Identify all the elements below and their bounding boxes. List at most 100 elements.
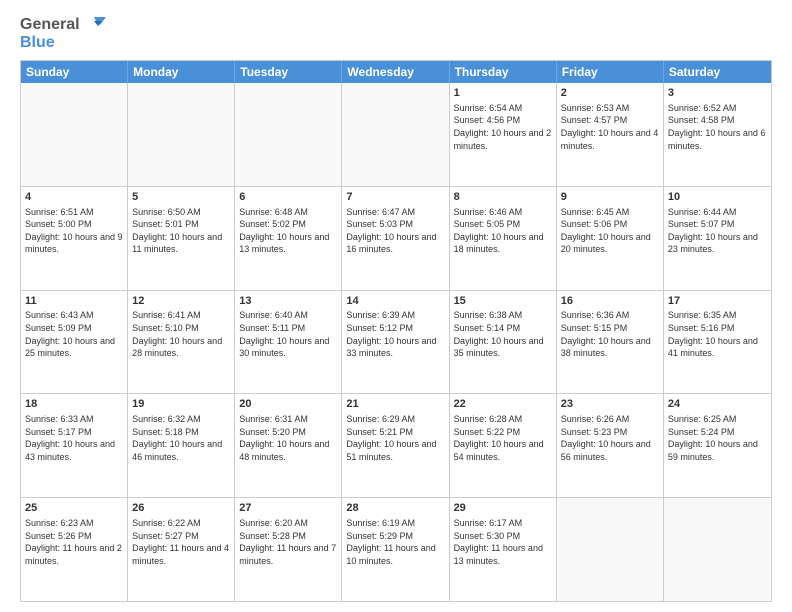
day-info: Sunrise: 6:32 AM Sunset: 5:18 PM Dayligh… [132, 413, 230, 463]
day-info: Sunrise: 6:25 AM Sunset: 5:24 PM Dayligh… [668, 413, 767, 463]
calendar-day-21: 21Sunrise: 6:29 AM Sunset: 5:21 PM Dayli… [342, 394, 449, 497]
day-info: Sunrise: 6:19 AM Sunset: 5:29 PM Dayligh… [346, 517, 444, 567]
day-info: Sunrise: 6:17 AM Sunset: 5:30 PM Dayligh… [454, 517, 552, 567]
day-info: Sunrise: 6:52 AM Sunset: 4:58 PM Dayligh… [668, 102, 767, 152]
header: General Blue [20, 16, 772, 52]
day-number: 27 [239, 501, 337, 516]
calendar-day-empty [128, 83, 235, 186]
calendar-body: 1Sunrise: 6:54 AM Sunset: 4:56 PM Daylig… [21, 83, 771, 601]
day-number: 2 [561, 86, 659, 101]
calendar-day-25: 25Sunrise: 6:23 AM Sunset: 5:26 PM Dayli… [21, 498, 128, 601]
calendar-day-7: 7Sunrise: 6:47 AM Sunset: 5:03 PM Daylig… [342, 187, 449, 290]
calendar-day-8: 8Sunrise: 6:46 AM Sunset: 5:05 PM Daylig… [450, 187, 557, 290]
day-info: Sunrise: 6:26 AM Sunset: 5:23 PM Dayligh… [561, 413, 659, 463]
day-info: Sunrise: 6:29 AM Sunset: 5:21 PM Dayligh… [346, 413, 444, 463]
calendar-day-12: 12Sunrise: 6:41 AM Sunset: 5:10 PM Dayli… [128, 291, 235, 394]
calendar-day-empty [557, 498, 664, 601]
day-number: 17 [668, 294, 767, 309]
day-number: 18 [25, 397, 123, 412]
day-info: Sunrise: 6:46 AM Sunset: 5:05 PM Dayligh… [454, 206, 552, 256]
logo-display: General Blue [20, 16, 106, 52]
calendar-day-2: 2Sunrise: 6:53 AM Sunset: 4:57 PM Daylig… [557, 83, 664, 186]
day-info: Sunrise: 6:53 AM Sunset: 4:57 PM Dayligh… [561, 102, 659, 152]
calendar-day-22: 22Sunrise: 6:28 AM Sunset: 5:22 PM Dayli… [450, 394, 557, 497]
day-number: 3 [668, 86, 767, 101]
calendar-day-6: 6Sunrise: 6:48 AM Sunset: 5:02 PM Daylig… [235, 187, 342, 290]
day-number: 6 [239, 190, 337, 205]
calendar-day-19: 19Sunrise: 6:32 AM Sunset: 5:18 PM Dayli… [128, 394, 235, 497]
day-number: 4 [25, 190, 123, 205]
logo: General Blue [20, 16, 106, 52]
day-number: 26 [132, 501, 230, 516]
calendar-header: SundayMondayTuesdayWednesdayThursdayFrid… [21, 61, 771, 83]
day-number: 23 [561, 397, 659, 412]
calendar-day-empty [342, 83, 449, 186]
day-info: Sunrise: 6:38 AM Sunset: 5:14 PM Dayligh… [454, 309, 552, 359]
logo-arrow-icon [82, 16, 106, 34]
day-number: 22 [454, 397, 552, 412]
day-info: Sunrise: 6:50 AM Sunset: 5:01 PM Dayligh… [132, 206, 230, 256]
calendar-day-16: 16Sunrise: 6:36 AM Sunset: 5:15 PM Dayli… [557, 291, 664, 394]
calendar-row-4: 25Sunrise: 6:23 AM Sunset: 5:26 PM Dayli… [21, 497, 771, 601]
day-info: Sunrise: 6:31 AM Sunset: 5:20 PM Dayligh… [239, 413, 337, 463]
calendar-day-17: 17Sunrise: 6:35 AM Sunset: 5:16 PM Dayli… [664, 291, 771, 394]
calendar-day-29: 29Sunrise: 6:17 AM Sunset: 5:30 PM Dayli… [450, 498, 557, 601]
day-number: 10 [668, 190, 767, 205]
calendar-day-20: 20Sunrise: 6:31 AM Sunset: 5:20 PM Dayli… [235, 394, 342, 497]
day-info: Sunrise: 6:54 AM Sunset: 4:56 PM Dayligh… [454, 102, 552, 152]
day-info: Sunrise: 6:45 AM Sunset: 5:06 PM Dayligh… [561, 206, 659, 256]
calendar-row-3: 18Sunrise: 6:33 AM Sunset: 5:17 PM Dayli… [21, 393, 771, 497]
calendar-day-11: 11Sunrise: 6:43 AM Sunset: 5:09 PM Dayli… [21, 291, 128, 394]
day-number: 16 [561, 294, 659, 309]
weekday-header-saturday: Saturday [664, 61, 771, 83]
day-number: 13 [239, 294, 337, 309]
day-number: 20 [239, 397, 337, 412]
calendar: SundayMondayTuesdayWednesdayThursdayFrid… [20, 60, 772, 602]
calendar-day-10: 10Sunrise: 6:44 AM Sunset: 5:07 PM Dayli… [664, 187, 771, 290]
day-info: Sunrise: 6:28 AM Sunset: 5:22 PM Dayligh… [454, 413, 552, 463]
calendar-row-0: 1Sunrise: 6:54 AM Sunset: 4:56 PM Daylig… [21, 83, 771, 186]
day-info: Sunrise: 6:41 AM Sunset: 5:10 PM Dayligh… [132, 309, 230, 359]
day-number: 5 [132, 190, 230, 205]
day-number: 7 [346, 190, 444, 205]
calendar-day-26: 26Sunrise: 6:22 AM Sunset: 5:27 PM Dayli… [128, 498, 235, 601]
day-number: 1 [454, 86, 552, 101]
weekday-header-friday: Friday [557, 61, 664, 83]
calendar-day-15: 15Sunrise: 6:38 AM Sunset: 5:14 PM Dayli… [450, 291, 557, 394]
weekday-header-sunday: Sunday [21, 61, 128, 83]
day-number: 25 [25, 501, 123, 516]
calendar-row-1: 4Sunrise: 6:51 AM Sunset: 5:00 PM Daylig… [21, 186, 771, 290]
day-info: Sunrise: 6:47 AM Sunset: 5:03 PM Dayligh… [346, 206, 444, 256]
weekday-header-thursday: Thursday [450, 61, 557, 83]
day-info: Sunrise: 6:23 AM Sunset: 5:26 PM Dayligh… [25, 517, 123, 567]
day-info: Sunrise: 6:20 AM Sunset: 5:28 PM Dayligh… [239, 517, 337, 567]
weekday-header-tuesday: Tuesday [235, 61, 342, 83]
calendar-day-27: 27Sunrise: 6:20 AM Sunset: 5:28 PM Dayli… [235, 498, 342, 601]
weekday-header-wednesday: Wednesday [342, 61, 449, 83]
day-info: Sunrise: 6:43 AM Sunset: 5:09 PM Dayligh… [25, 309, 123, 359]
day-info: Sunrise: 6:40 AM Sunset: 5:11 PM Dayligh… [239, 309, 337, 359]
day-number: 28 [346, 501, 444, 516]
calendar-day-28: 28Sunrise: 6:19 AM Sunset: 5:29 PM Dayli… [342, 498, 449, 601]
day-info: Sunrise: 6:33 AM Sunset: 5:17 PM Dayligh… [25, 413, 123, 463]
day-number: 15 [454, 294, 552, 309]
calendar-day-23: 23Sunrise: 6:26 AM Sunset: 5:23 PM Dayli… [557, 394, 664, 497]
day-info: Sunrise: 6:39 AM Sunset: 5:12 PM Dayligh… [346, 309, 444, 359]
calendar-day-18: 18Sunrise: 6:33 AM Sunset: 5:17 PM Dayli… [21, 394, 128, 497]
calendar-day-4: 4Sunrise: 6:51 AM Sunset: 5:00 PM Daylig… [21, 187, 128, 290]
day-info: Sunrise: 6:44 AM Sunset: 5:07 PM Dayligh… [668, 206, 767, 256]
day-info: Sunrise: 6:36 AM Sunset: 5:15 PM Dayligh… [561, 309, 659, 359]
day-info: Sunrise: 6:51 AM Sunset: 5:00 PM Dayligh… [25, 206, 123, 256]
page: General Blue SundayMondayTuesdayWednesda… [0, 0, 792, 612]
day-number: 24 [668, 397, 767, 412]
day-number: 14 [346, 294, 444, 309]
calendar-day-24: 24Sunrise: 6:25 AM Sunset: 5:24 PM Dayli… [664, 394, 771, 497]
calendar-day-empty [235, 83, 342, 186]
day-info: Sunrise: 6:35 AM Sunset: 5:16 PM Dayligh… [668, 309, 767, 359]
calendar-row-2: 11Sunrise: 6:43 AM Sunset: 5:09 PM Dayli… [21, 290, 771, 394]
day-number: 29 [454, 501, 552, 516]
day-info: Sunrise: 6:48 AM Sunset: 5:02 PM Dayligh… [239, 206, 337, 256]
calendar-day-empty [21, 83, 128, 186]
weekday-header-monday: Monday [128, 61, 235, 83]
day-number: 8 [454, 190, 552, 205]
